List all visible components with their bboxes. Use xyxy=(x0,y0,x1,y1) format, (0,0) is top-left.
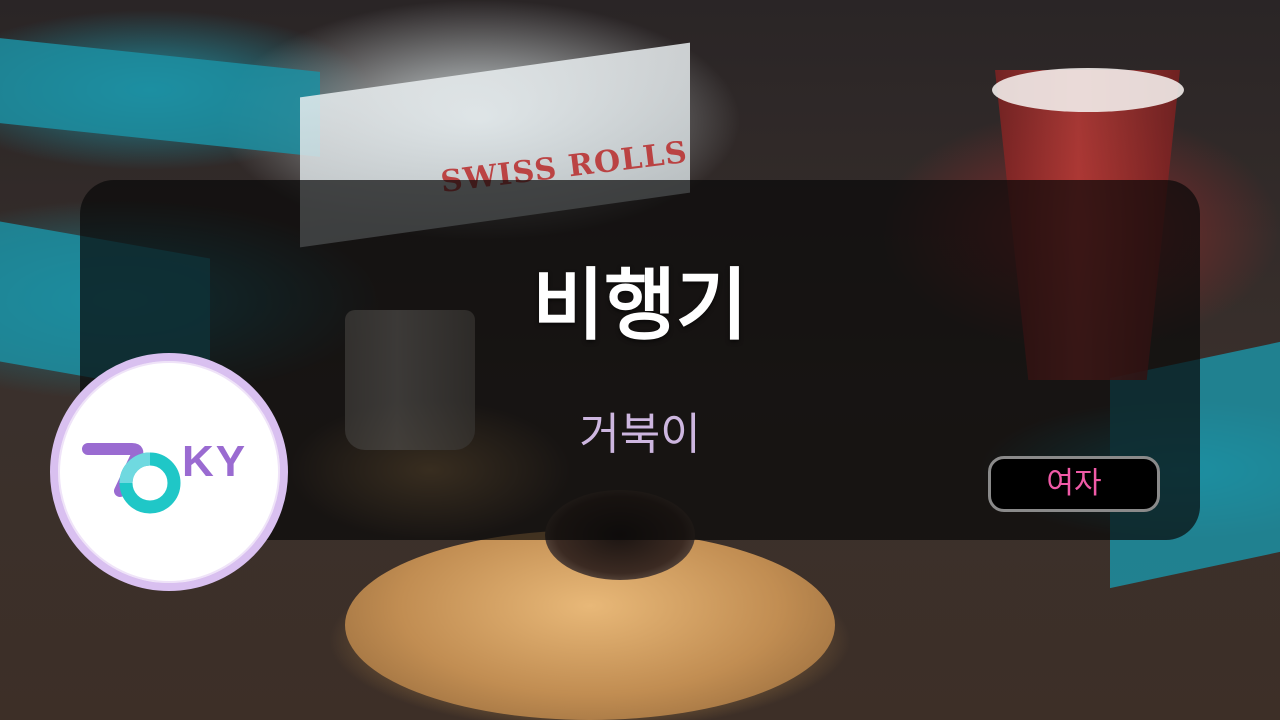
key-gender-badge: 여자 xyxy=(988,456,1160,512)
song-title: 비행기 xyxy=(532,261,748,351)
karaoke-title-screen: SWISS ROLLS 비행기 거북이 여자 KY xyxy=(0,0,1280,720)
background-teal-napkin xyxy=(0,38,320,157)
tj-ky-logo-icon xyxy=(82,443,181,514)
ky-logo: KY xyxy=(50,353,288,591)
background-cup-rim xyxy=(992,68,1184,112)
ky-logo-text: KY xyxy=(182,437,248,486)
